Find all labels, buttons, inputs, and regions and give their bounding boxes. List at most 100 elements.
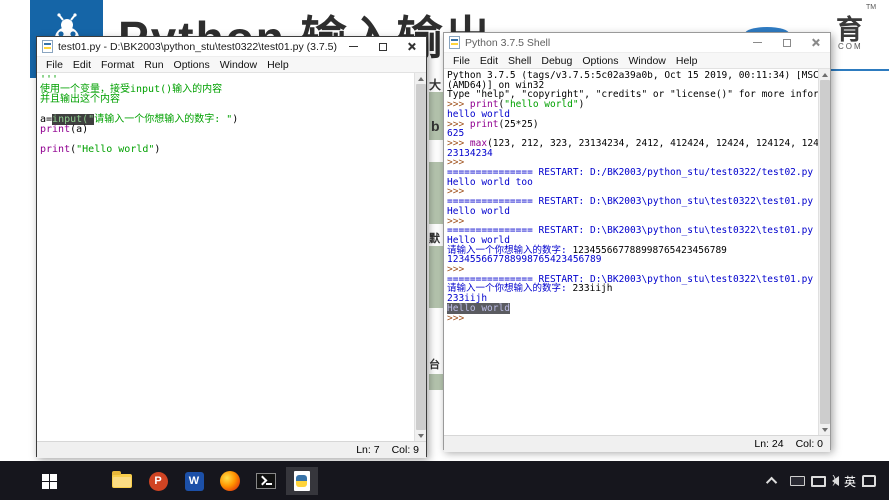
code-line: 23134234	[447, 147, 493, 159]
scroll-up-icon[interactable]	[820, 69, 830, 80]
maximize-icon	[782, 38, 791, 47]
notification-icon	[862, 475, 876, 487]
taskbar-terminal[interactable]	[250, 467, 282, 495]
strip-char-1: 大	[429, 78, 442, 92]
strip-char-4: 台	[429, 359, 440, 371]
taskbar-firefox[interactable]	[214, 467, 246, 495]
editor-statusbar: Ln: 7 Col: 9	[37, 441, 426, 458]
scroll-down-icon[interactable]	[820, 424, 830, 435]
tray-display-icon[interactable]	[809, 472, 827, 490]
maximize-button[interactable]	[368, 37, 397, 56]
menu-item[interactable]: Run	[139, 59, 168, 71]
code-line: print(a)	[40, 124, 89, 135]
window-controls	[339, 37, 426, 56]
tray-ime-indicator[interactable]: 英	[842, 472, 858, 490]
menu-item[interactable]: Options	[169, 59, 215, 71]
code-line: 并且输出这个内容	[40, 94, 120, 105]
taskbar-python-idle[interactable]	[286, 467, 318, 495]
tray-volume[interactable]	[828, 472, 842, 490]
trademark-mark: TM	[866, 4, 877, 11]
menu-item[interactable]: Window	[624, 55, 671, 67]
menu-item[interactable]: Window	[215, 59, 262, 71]
editor-scrollbar[interactable]	[414, 73, 426, 441]
menu-item[interactable]: Edit	[68, 59, 96, 71]
powerpoint-icon: P	[148, 471, 168, 491]
taskbar-word[interactable]: W	[178, 467, 210, 495]
strip-green-block	[429, 246, 444, 308]
code-line: 请输入一个你想输入的数字: 233iijh	[447, 283, 613, 295]
firefox-icon	[220, 471, 240, 491]
close-button[interactable]	[801, 33, 830, 52]
shell-titlebar[interactable]: Python 3.7.5 Shell	[444, 33, 830, 53]
strip-char-3: 默	[429, 233, 440, 245]
folder-icon	[112, 471, 132, 488]
python-shell-icon	[449, 36, 460, 49]
menu-item[interactable]: Debug	[536, 55, 577, 67]
shell-window-title: Python 3.7.5 Shell	[465, 36, 551, 49]
scroll-down-icon[interactable]	[416, 430, 426, 441]
shell-window: Python 3.7.5 Shell File Edit Shell Debug Opt…	[443, 32, 831, 452]
shell-statusbar: Ln: 24 Col: 0	[444, 435, 830, 452]
editor-menubar: File Edit Format Run Options Window Help	[37, 57, 426, 73]
close-button[interactable]	[397, 37, 426, 56]
tray-action-center[interactable]	[860, 472, 878, 490]
word-icon: W	[184, 471, 204, 491]
windows-logo-icon	[41, 473, 57, 489]
code-line: >>> max(123, 212, 323, 23134234, 2412, 4…	[447, 137, 818, 149]
taskbar-file-explorer[interactable]	[106, 467, 138, 495]
chevron-up-icon	[765, 476, 778, 489]
window-controls	[743, 33, 830, 52]
maximize-button[interactable]	[772, 33, 801, 52]
menu-item[interactable]: Shell	[503, 55, 536, 67]
menu-item[interactable]: File	[41, 59, 68, 71]
strip-green-block	[429, 374, 444, 390]
logo-com-label: COM	[838, 42, 863, 51]
shell-scrollbar[interactable]	[818, 69, 830, 435]
editor-titlebar[interactable]: test01.py - D:\BK2003\python_stu\test032…	[37, 37, 426, 57]
editor-window-title: test01.py - D:\BK2003\python_stu\test032…	[58, 40, 338, 53]
code-line: Hello world	[447, 205, 510, 217]
strip-char-2: b	[431, 118, 440, 134]
tray-show-hidden-icons[interactable]	[765, 472, 781, 490]
strip-green-block	[429, 162, 444, 224]
minimize-button[interactable]	[743, 33, 772, 52]
taskbar: P W 英	[0, 461, 889, 500]
shell-text-area[interactable]: Python 3.7.5 (tags/v3.7.5:5c02a39a0b, Oc…	[444, 69, 830, 435]
editor-code: ''' 使用一个变量，接受input()输入的内容 并且输出这个内容 a=input…	[40, 75, 414, 441]
close-icon	[407, 42, 416, 51]
device-icon	[789, 476, 805, 486]
scroll-up-icon[interactable]	[416, 73, 426, 84]
menu-item[interactable]: Edit	[475, 55, 503, 67]
line-indicator: Ln: 24	[754, 438, 784, 450]
code-line: Hello world	[447, 302, 510, 314]
menu-item[interactable]: File	[448, 55, 475, 67]
tray-device-icon[interactable]	[788, 472, 806, 490]
shell-transcript: Python 3.7.5 (tags/v3.7.5:5c02a39a0b, Oc…	[447, 71, 818, 435]
shell-menubar: File Edit Shell Debug Options Window Help	[444, 53, 830, 69]
menu-item[interactable]: Options	[577, 55, 623, 67]
code-line: Hello world too	[447, 176, 533, 188]
editor-window: test01.py - D:\BK2003\python_stu\test032…	[36, 36, 427, 458]
background-strip: 大 b 默 台	[427, 74, 444, 394]
code-line: >>> print(25*25)	[447, 118, 539, 130]
column-indicator: Col: 0	[795, 438, 823, 450]
start-button[interactable]	[33, 467, 65, 495]
minimize-icon	[349, 46, 358, 47]
minimize-button[interactable]	[339, 37, 368, 56]
menu-item[interactable]: Help	[671, 55, 703, 67]
desktop: Python 输入输出 — · — — 育 TM COM 大 b 默 台 tes…	[0, 0, 889, 500]
display-icon	[810, 475, 826, 487]
column-indicator: Col: 9	[391, 444, 419, 456]
code-line: 123455667788998765423456789	[447, 254, 602, 266]
python-file-icon	[42, 40, 53, 53]
menu-item[interactable]: Help	[262, 59, 294, 71]
line-indicator: Ln: 7	[356, 444, 380, 456]
taskbar-powerpoint[interactable]: P	[142, 467, 174, 495]
page-divider	[826, 69, 889, 71]
python-icon	[294, 471, 310, 491]
shell-scrollbar-thumb[interactable]	[820, 80, 830, 424]
menu-item[interactable]: Format	[96, 59, 139, 71]
editor-scrollbar-thumb[interactable]	[416, 84, 426, 430]
editor-text-area[interactable]: ''' 使用一个变量，接受input()输入的内容 并且输出这个内容 a=input…	[37, 73, 426, 441]
maximize-icon	[378, 42, 387, 51]
